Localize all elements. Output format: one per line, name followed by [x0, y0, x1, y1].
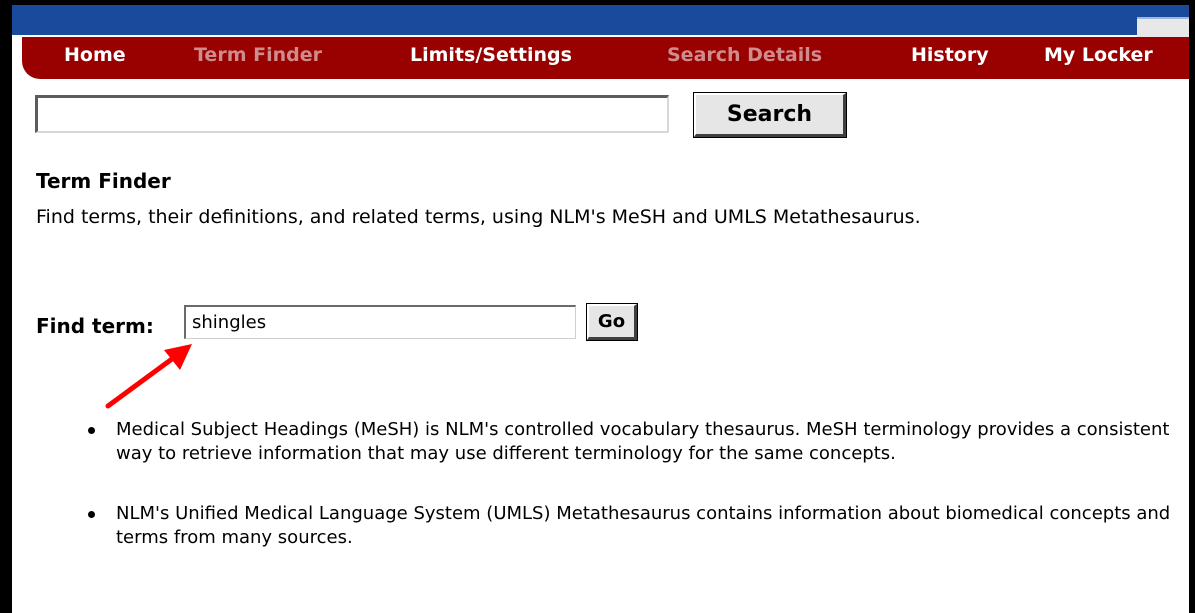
- nav-item-my-locker[interactable]: My Locker: [1044, 44, 1153, 66]
- nav-item-history[interactable]: History: [911, 44, 989, 66]
- nav-item-search-details[interactable]: Search Details: [667, 44, 822, 66]
- list-item: Medical Subject Headings (MeSH) is NLM's…: [80, 418, 1185, 466]
- find-term-input[interactable]: [184, 305, 576, 339]
- bullet-icon: [88, 427, 95, 434]
- go-button[interactable]: Go: [586, 303, 638, 341]
- bullet-icon: [88, 511, 95, 518]
- window-frame-left: [0, 0, 12, 613]
- page-title: Term Finder: [36, 169, 171, 193]
- annotation-arrow-icon: [105, 344, 192, 409]
- header-tab-fragment: [1137, 17, 1189, 37]
- search-button[interactable]: Search: [693, 92, 847, 138]
- nav-item-home[interactable]: Home: [64, 44, 126, 66]
- header-banner-strip: [12, 5, 1189, 37]
- bullet-text-mesh: Medical Subject Headings (MeSH) is NLM's…: [116, 419, 1170, 464]
- nav-item-term-finder[interactable]: Term Finder: [194, 44, 322, 66]
- page-description: Find terms, their definitions, and relat…: [36, 206, 921, 228]
- find-term-label: Find term:: [36, 314, 154, 338]
- window-frame-right: [1189, 0, 1195, 613]
- search-input[interactable]: [35, 95, 669, 133]
- list-item: NLM's Unified Medical Language System (U…: [80, 502, 1185, 550]
- bullet-text-umls: NLM's Unified Medical Language System (U…: [116, 503, 1171, 548]
- nav-item-limits-settings[interactable]: Limits/Settings: [410, 44, 572, 66]
- info-bullet-list: Medical Subject Headings (MeSH) is NLM's…: [80, 418, 1185, 586]
- main-nav-bar: Home Term Finder Limits/Settings Search …: [22, 37, 1189, 79]
